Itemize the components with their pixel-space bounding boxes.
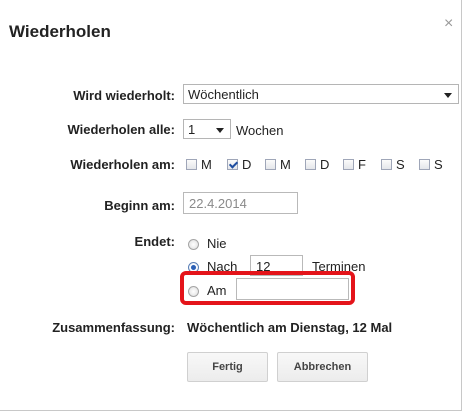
done-button[interactable]: Fertig — [187, 352, 268, 382]
weekday-label: S — [396, 157, 405, 172]
weekday-label: D — [320, 157, 330, 172]
chevron-down-icon — [444, 93, 452, 98]
cancel-button[interactable]: Abbrechen — [277, 352, 368, 382]
weekday-label: F — [358, 157, 366, 172]
interval-unit: Wochen — [236, 123, 284, 138]
chevron-down-icon — [216, 128, 224, 133]
weekday-label: D — [242, 157, 252, 172]
highlight-annotation — [180, 271, 355, 305]
repeat-label: Wird wiederholt: — [73, 88, 175, 103]
repeat-dialog: Wiederholen × Wird wiederholt: Wöchentli… — [0, 0, 462, 411]
weekday-checkbox[interactable] — [343, 159, 354, 170]
weekday-label: S — [434, 157, 443, 172]
weekday-checkbox[interactable] — [186, 159, 197, 170]
start-label: Beginn am: — [104, 198, 175, 213]
weekday-checkbox[interactable] — [305, 159, 316, 170]
interval-select-value: 1 — [188, 122, 196, 137]
interval-select[interactable]: 1 — [183, 119, 231, 139]
dialog-title: Wiederholen — [9, 22, 111, 41]
end-never-radio[interactable] — [188, 239, 199, 250]
start-date-field[interactable]: 22.4.2014 — [183, 192, 298, 214]
end-label: Endet: — [134, 234, 175, 249]
summary-text: Wöchentlich am Dienstag, 12 Mal — [187, 320, 393, 335]
days-label: Wiederholen am: — [70, 157, 175, 172]
close-icon[interactable]: × — [444, 16, 453, 32]
repeat-select[interactable]: Wöchentlich — [183, 84, 459, 104]
interval-label: Wiederholen alle: — [67, 122, 175, 137]
summary-label: Zusammenfassung: — [52, 320, 175, 335]
weekday-checkbox[interactable] — [381, 159, 392, 170]
end-never-label: Nie — [207, 236, 227, 251]
repeat-select-value: Wöchentlich — [188, 87, 259, 102]
weekday-label: M — [280, 157, 291, 172]
weekday-label: M — [201, 157, 212, 172]
weekday-checkbox[interactable] — [227, 159, 238, 170]
weekday-checkbox[interactable] — [265, 159, 276, 170]
weekday-checkbox[interactable] — [419, 159, 430, 170]
